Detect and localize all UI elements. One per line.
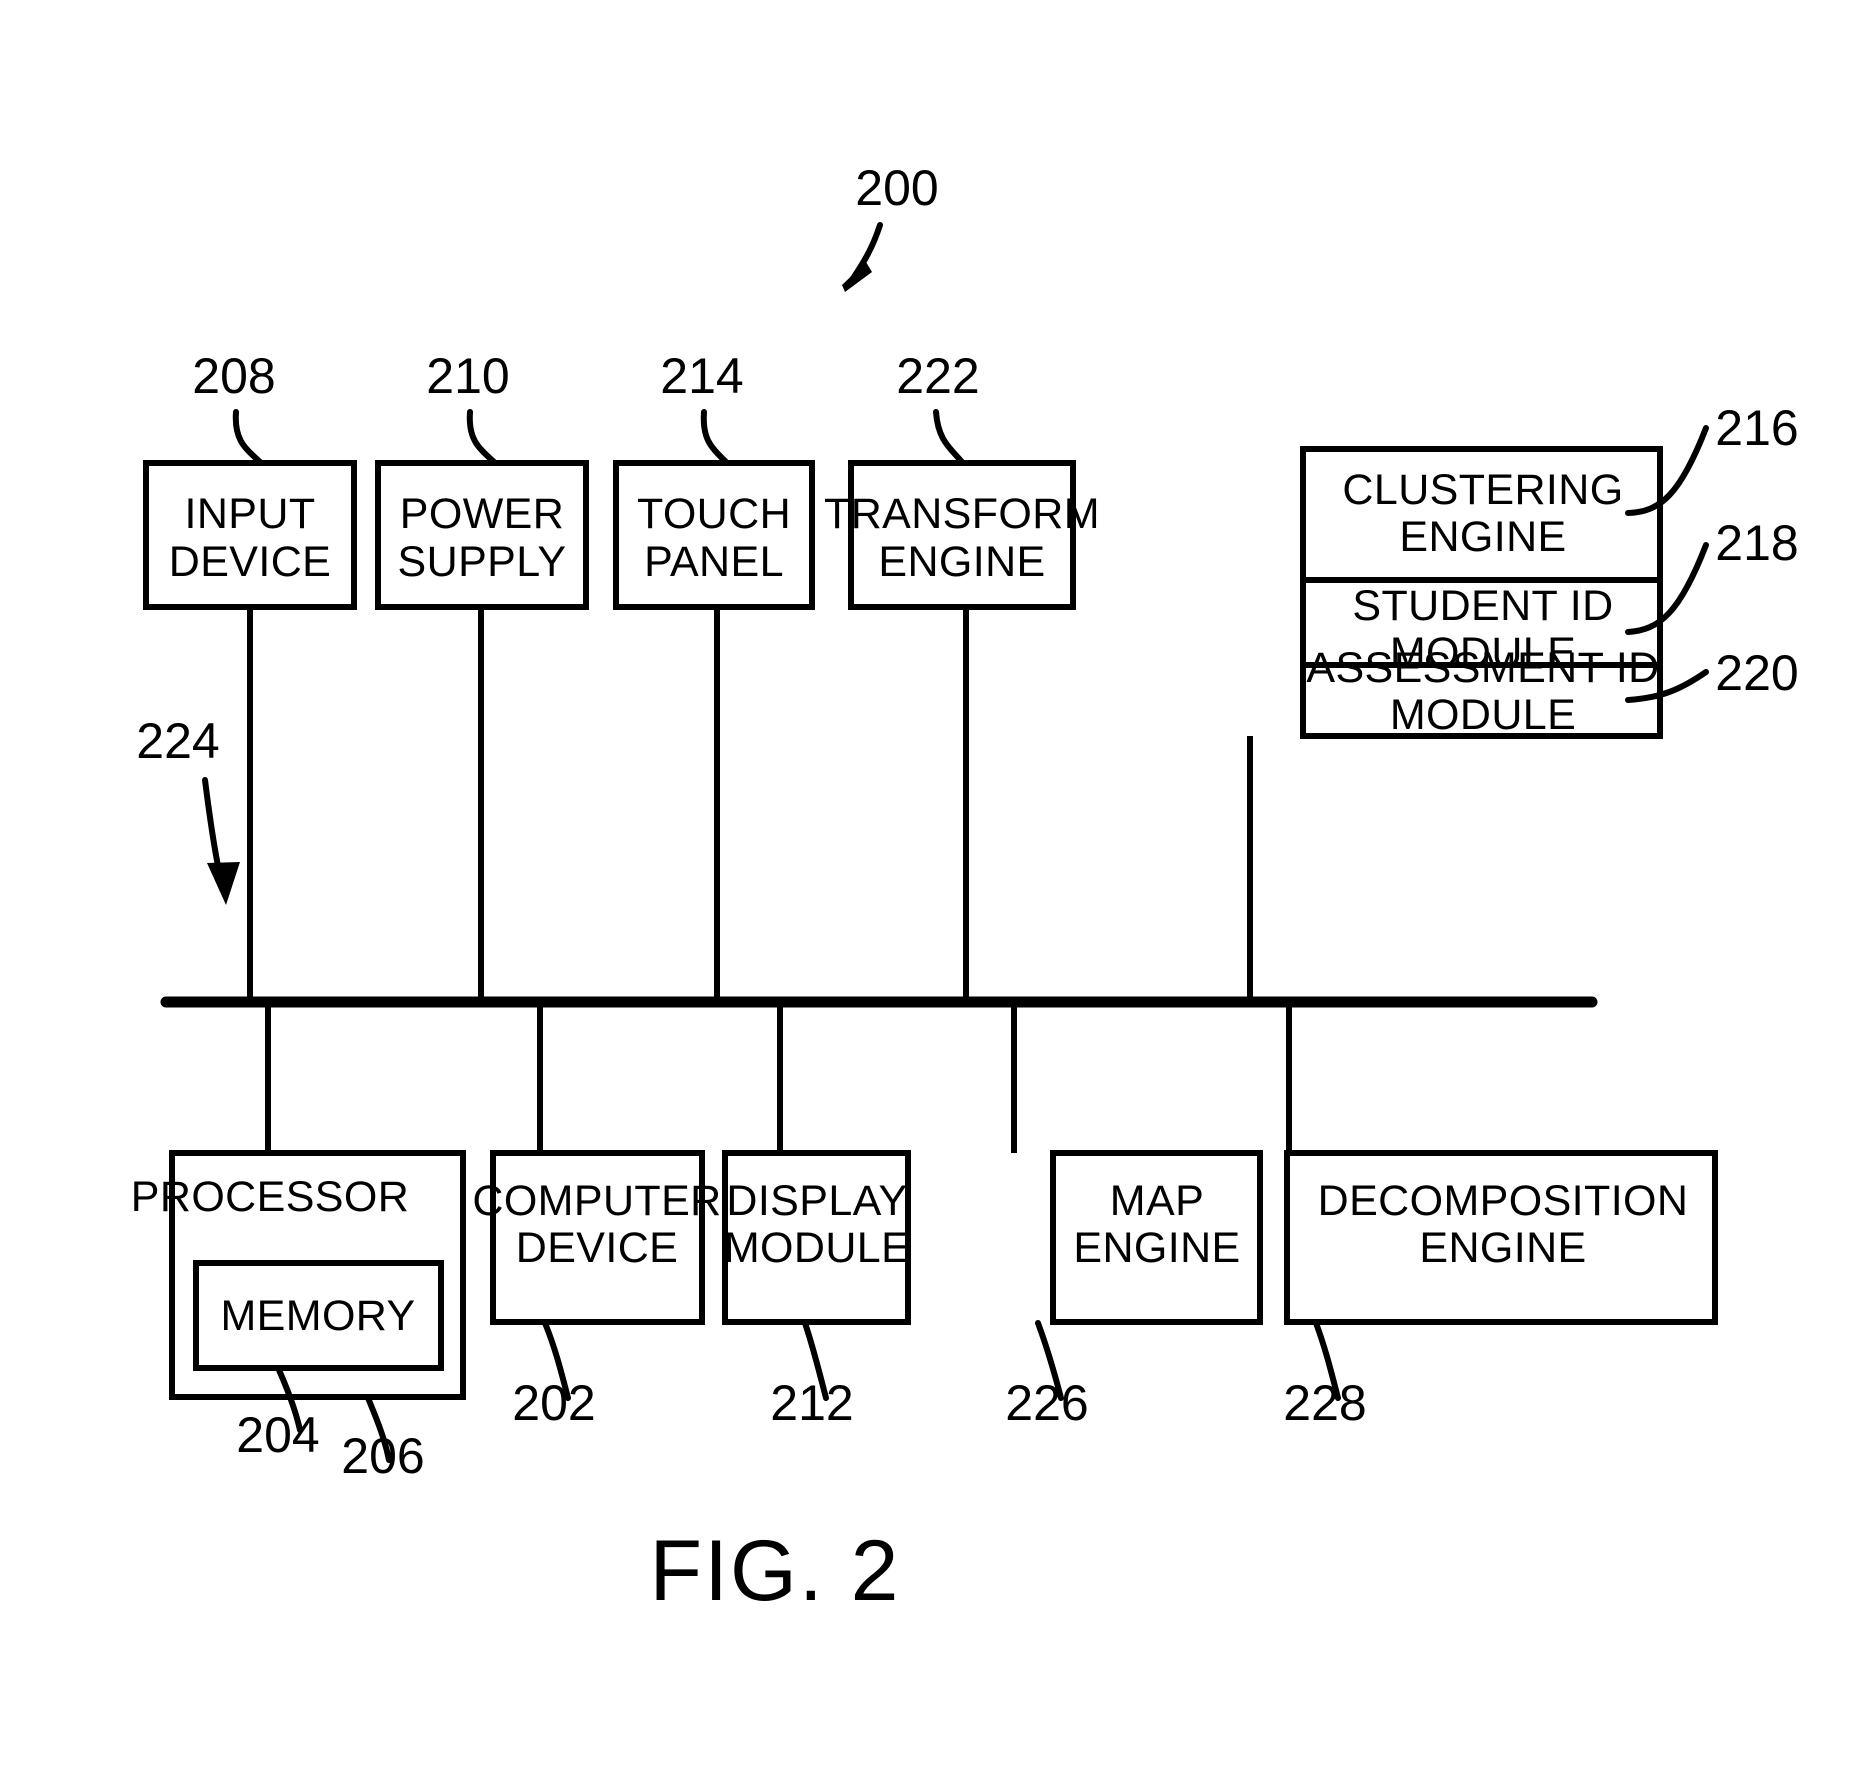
leader-208 (232, 409, 263, 465)
ref-226: 226 (1005, 1375, 1088, 1431)
ref-222: 222 (896, 348, 979, 404)
box-assessment-id-module-line2: MODULE (1390, 691, 1576, 739)
box-processor-label: PROCESSOR (131, 1173, 409, 1221)
arrowhead-224 (207, 862, 240, 905)
box-input-device-line1: INPUT (185, 490, 316, 538)
box-computer-device-line1: COMPUTER (472, 1177, 721, 1225)
box-touch-panel-line2: PANEL (644, 538, 784, 586)
box-transform-engine[interactable]: TRANSFORM ENGINE (824, 460, 1100, 610)
ref-204: 204 (236, 1407, 319, 1463)
box-transform-engine-line2: ENGINE (878, 538, 1045, 586)
ref-216: 216 (1715, 400, 1798, 456)
box-touch-panel-line1: TOUCH (637, 490, 791, 538)
box-input-device[interactable]: INPUT DEVICE (143, 460, 357, 610)
box-map-engine-line2: ENGINE (1073, 1224, 1240, 1272)
ref-202: 202 (512, 1375, 595, 1431)
box-map-engine[interactable]: MAP ENGINE (1050, 1150, 1263, 1325)
box-clustering-engine-line1: CLUSTERING (1342, 466, 1623, 514)
box-clustering-engine-line2: ENGINE (1399, 513, 1566, 561)
ref-208: 208 (192, 348, 275, 404)
box-assessment-id-module-line1: ASSESSMENT ID (1306, 644, 1659, 692)
patent-figure: 200 224 INPUT DEVICE 208 POWER SUPPLY 21… (0, 0, 1862, 1772)
box-power-supply-line2: SUPPLY (398, 538, 567, 586)
ref-214: 214 (660, 348, 743, 404)
box-decomposition-engine[interactable]: DECOMPOSITION ENGINE (1284, 1150, 1718, 1325)
ref-224: 224 (136, 713, 219, 769)
box-power-supply[interactable]: POWER SUPPLY (375, 460, 589, 610)
ref-218: 218 (1715, 515, 1798, 571)
box-decomposition-engine-line2: ENGINE (1419, 1224, 1586, 1272)
box-input-device-line2: DEVICE (169, 538, 332, 586)
ref-212: 212 (770, 1375, 853, 1431)
leader-222 (933, 409, 965, 465)
leader-210 (466, 409, 497, 465)
ref-220: 220 (1715, 645, 1798, 701)
block-diagram-canvas: 200 224 INPUT DEVICE 208 POWER SUPPLY 21… (131, 160, 1799, 1619)
ref-228: 228 (1283, 1375, 1366, 1431)
box-display-module[interactable]: DISPLAY MODULE (722, 1150, 911, 1325)
box-computer-device[interactable]: COMPUTER DEVICE (472, 1150, 721, 1325)
box-decomposition-engine-line1: DECOMPOSITION (1318, 1177, 1689, 1225)
box-power-supply-line1: POWER (400, 490, 564, 538)
ref-210: 210 (426, 348, 509, 404)
box-touch-panel[interactable]: TOUCH PANEL (613, 460, 815, 610)
box-student-id-module-line1: STUDENT ID (1352, 582, 1613, 630)
box-computer-device-line2: DEVICE (516, 1224, 679, 1272)
box-map-engine-line1: MAP (1110, 1177, 1204, 1225)
box-transform-engine-line1: TRANSFORM (824, 490, 1100, 538)
box-display-module-line1: DISPLAY (726, 1177, 907, 1225)
arrowhead-200 (842, 262, 872, 292)
leader-214 (700, 409, 729, 465)
box-processor[interactable]: PROCESSOR MEMORY (131, 1150, 466, 1400)
figure-caption: FIG. 2 (650, 1523, 901, 1619)
box-display-module-line2: MODULE (724, 1224, 910, 1272)
ref-200: 200 (855, 160, 938, 216)
box-memory-label: MEMORY (220, 1292, 415, 1340)
